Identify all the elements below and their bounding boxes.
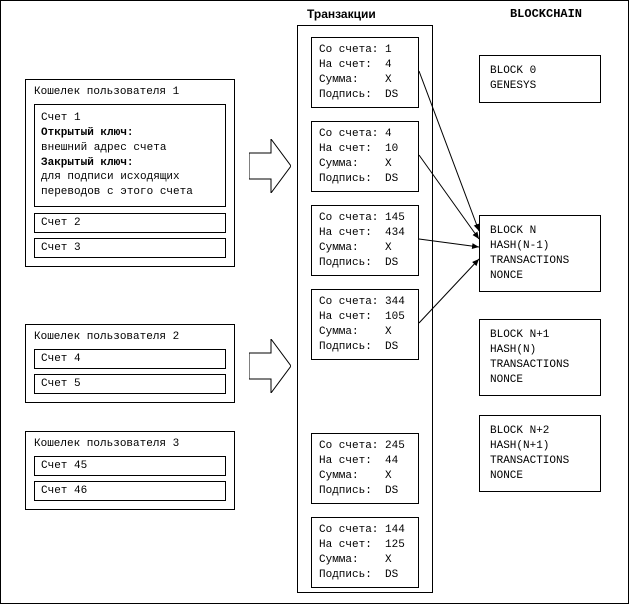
- transaction-box: Со счета: 344 На счет: 105 Сумма: X Подп…: [311, 289, 419, 360]
- diagram-canvas: Транзакции BLOCKCHAIN Кошелек пользовате…: [0, 0, 629, 604]
- arrow-icon: [249, 139, 291, 193]
- wallet-title: Кошелек пользователя 3: [34, 438, 226, 450]
- account-row: Счет 2: [34, 213, 226, 233]
- wallet-2: Кошелек пользователя 2 Счет 4 Счет 5: [25, 324, 235, 403]
- account-row: Счет 46: [34, 481, 226, 501]
- block-n1: BLOCK N+1 HASH(N) TRANSACTIONS NONCE: [479, 319, 601, 396]
- wallet-title: Кошелек пользователя 1: [34, 86, 226, 98]
- account-label: Счет 1: [41, 111, 219, 126]
- block-n: BLOCK N HASH(N-1) TRANSACTIONS NONCE: [479, 215, 601, 292]
- block-0: BLOCK 0 GENESYS: [479, 55, 601, 103]
- account-row: Счет 45: [34, 456, 226, 476]
- transaction-box: Со счета: 144 На счет: 125 Сумма: X Подп…: [311, 517, 419, 588]
- block-n2: BLOCK N+2 HASH(N+1) TRANSACTIONS NONCE: [479, 415, 601, 492]
- account-row: Счет 5: [34, 374, 226, 394]
- blockchain-header: BLOCKCHAIN: [510, 7, 582, 21]
- transaction-box: Со счета: 245 На счет: 44 Сумма: X Подпи…: [311, 433, 419, 504]
- account-row: Счет 4: [34, 349, 226, 369]
- closed-key-label: Закрытый ключ:: [41, 157, 133, 169]
- account-1-detail: Счет 1 Открытый ключ: внешний адрес счет…: [34, 104, 226, 207]
- arrow-icon: [249, 339, 291, 393]
- transaction-box: Со счета: 1 На счет: 4 Сумма: X Подпись:…: [311, 37, 419, 108]
- closed-key-desc: для подписи исходящих переводов с этого …: [41, 170, 219, 200]
- wallet-title: Кошелек пользователя 2: [34, 331, 226, 343]
- account-row: Счет 3: [34, 238, 226, 258]
- transaction-box: Со счета: 145 На счет: 434 Сумма: X Подп…: [311, 205, 419, 276]
- open-key-desc: внешний адрес счета: [41, 141, 219, 156]
- transactions-header: Транзакции: [307, 7, 376, 21]
- open-key-label: Открытый ключ:: [41, 127, 133, 139]
- wallet-1: Кошелек пользователя 1 Счет 1 Открытый к…: [25, 79, 235, 267]
- transaction-box: Со счета: 4 На счет: 10 Сумма: X Подпись…: [311, 121, 419, 192]
- wallet-3: Кошелек пользователя 3 Счет 45 Счет 46: [25, 431, 235, 510]
